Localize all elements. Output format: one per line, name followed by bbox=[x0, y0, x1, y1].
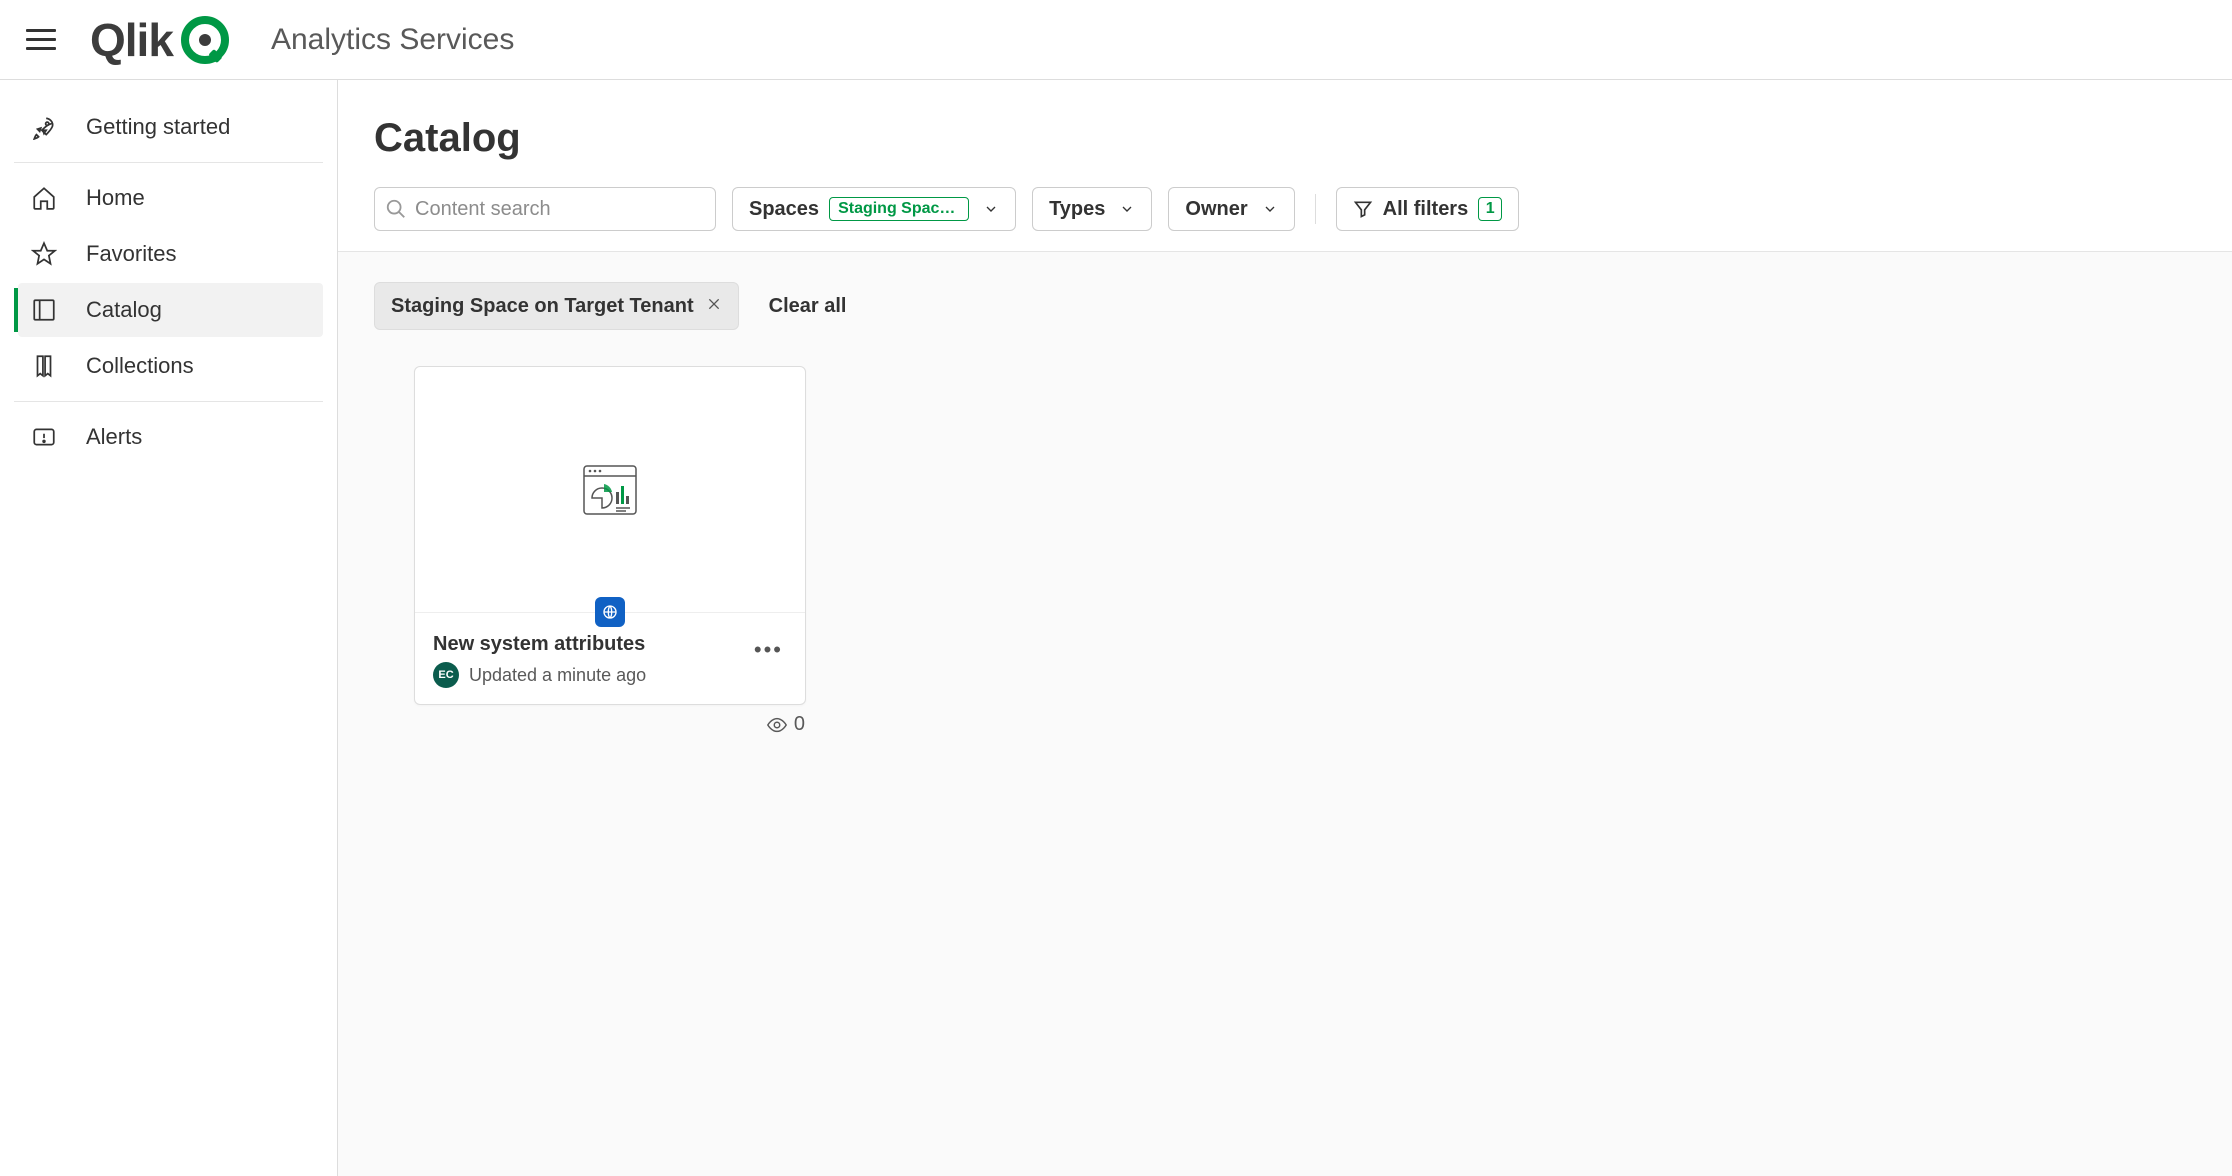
filter-chip-label: Staging Space on Target Tenant bbox=[391, 295, 694, 318]
app-type-badge bbox=[595, 597, 625, 627]
chevron-down-icon bbox=[983, 201, 999, 217]
sidebar: Getting started Home Favorites Cat bbox=[0, 80, 338, 1176]
sidebar-item-label: Alerts bbox=[86, 424, 142, 450]
bookmark-icon bbox=[30, 352, 58, 380]
catalog-icon bbox=[30, 296, 58, 324]
search-input[interactable] bbox=[415, 198, 705, 221]
card-title: New system attributes bbox=[433, 633, 646, 656]
card-menu-button[interactable]: ••• bbox=[750, 633, 787, 667]
divider bbox=[1315, 194, 1316, 224]
rocket-icon bbox=[30, 113, 58, 141]
header: Qlik Analytics Services bbox=[0, 0, 2232, 80]
star-icon bbox=[30, 240, 58, 268]
chevron-down-icon bbox=[1262, 201, 1278, 217]
sidebar-item-home[interactable]: Home bbox=[18, 171, 323, 225]
app-icon bbox=[601, 603, 619, 621]
chevron-down-icon bbox=[1119, 201, 1135, 217]
sidebar-item-favorites[interactable]: Favorites bbox=[18, 227, 323, 281]
card-preview bbox=[415, 367, 805, 613]
card-updated: Updated a minute ago bbox=[469, 665, 646, 686]
page-title: Catalog bbox=[374, 116, 2196, 161]
filter-label: Types bbox=[1049, 198, 1105, 221]
filter-label: Owner bbox=[1185, 198, 1247, 221]
filter-all-filters[interactable]: All filters 1 bbox=[1336, 187, 1520, 231]
home-icon bbox=[30, 184, 58, 212]
funnel-icon bbox=[1353, 199, 1373, 219]
sidebar-item-label: Collections bbox=[86, 353, 194, 379]
card-views: 0 bbox=[766, 713, 805, 736]
sidebar-item-label: Getting started bbox=[86, 114, 230, 140]
filter-label: Spaces bbox=[749, 198, 819, 221]
brand-wordmark: Qlik bbox=[90, 13, 173, 67]
views-count: 0 bbox=[794, 713, 805, 736]
sidebar-item-label: Catalog bbox=[86, 297, 162, 323]
search-box[interactable] bbox=[374, 187, 716, 231]
content-area: Staging Space on Target Tenant Clear all bbox=[338, 251, 2232, 1176]
alert-icon bbox=[30, 423, 58, 451]
filter-spaces[interactable]: Spaces Staging Space … bbox=[732, 187, 1016, 231]
eye-icon bbox=[766, 714, 788, 736]
menu-toggle-button[interactable] bbox=[20, 19, 62, 61]
card-grid: New system attributes EC Updated a minut… bbox=[374, 366, 2196, 705]
sidebar-item-getting-started[interactable]: Getting started bbox=[18, 100, 323, 154]
app-card[interactable]: New system attributes EC Updated a minut… bbox=[414, 366, 806, 705]
brand-q-icon bbox=[181, 16, 229, 64]
sidebar-item-alerts[interactable]: Alerts bbox=[18, 410, 323, 464]
close-icon bbox=[706, 296, 722, 312]
app-thumbnail-icon bbox=[582, 462, 638, 518]
sidebar-item-label: Favorites bbox=[86, 241, 176, 267]
clear-all-button[interactable]: Clear all bbox=[769, 295, 847, 318]
filter-types[interactable]: Types bbox=[1032, 187, 1152, 231]
owner-avatar: EC bbox=[433, 662, 459, 688]
filter-chip: Staging Space on Target Tenant bbox=[374, 282, 739, 330]
active-filter-chips: Staging Space on Target Tenant Clear all bbox=[374, 282, 2196, 330]
filter-spaces-tag: Staging Space … bbox=[829, 197, 969, 221]
search-icon bbox=[385, 198, 407, 220]
main: Catalog Spaces Staging Space … Types Own… bbox=[338, 80, 2232, 1176]
filter-label: All filters bbox=[1383, 198, 1469, 221]
sidebar-item-collections[interactable]: Collections bbox=[18, 339, 323, 393]
brand-logo[interactable]: Qlik bbox=[90, 13, 229, 67]
sidebar-item-catalog[interactable]: Catalog bbox=[18, 283, 323, 337]
filter-row: Spaces Staging Space … Types Owner All f… bbox=[374, 187, 2196, 231]
filter-count-badge: 1 bbox=[1478, 197, 1502, 221]
remove-chip-button[interactable] bbox=[706, 295, 722, 318]
tenant-name: Analytics Services bbox=[271, 23, 514, 57]
filter-owner[interactable]: Owner bbox=[1168, 187, 1294, 231]
sidebar-item-label: Home bbox=[86, 185, 145, 211]
